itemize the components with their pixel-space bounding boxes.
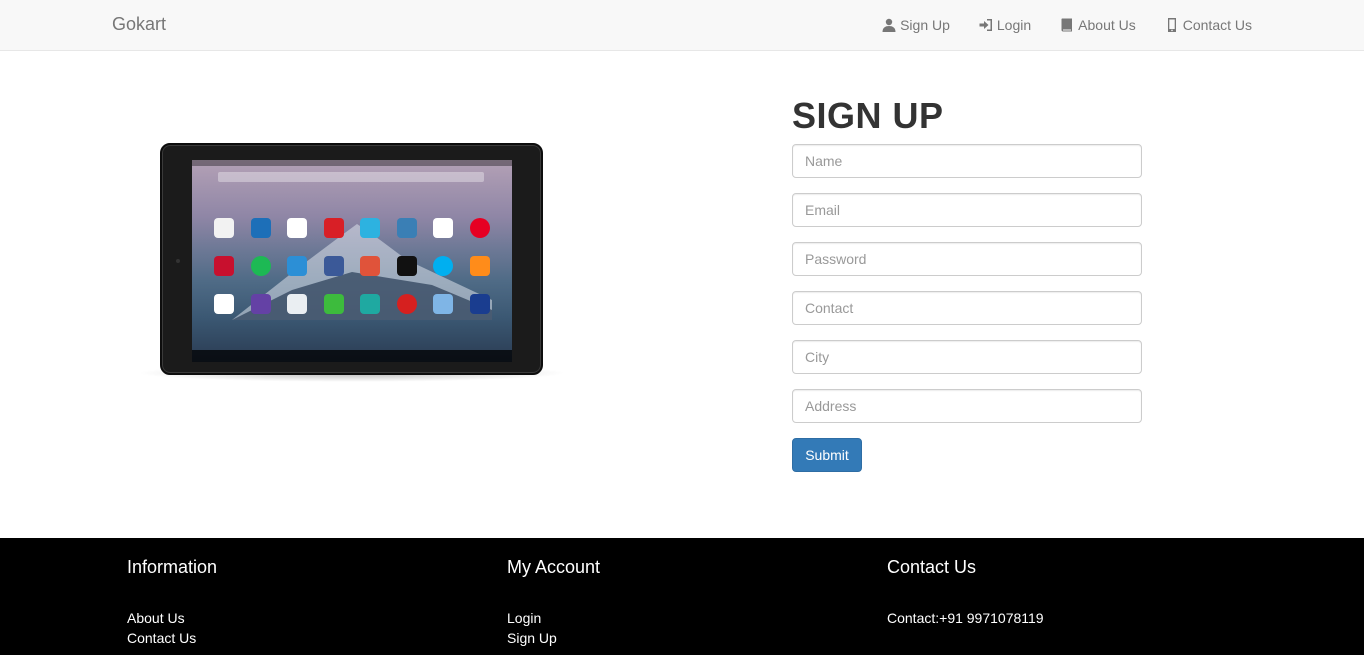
email-input[interactable] bbox=[792, 193, 1142, 227]
book-icon bbox=[1061, 18, 1073, 32]
login-icon bbox=[979, 19, 992, 31]
footer: Information About Us Contact Us My Accou… bbox=[0, 538, 1364, 655]
brand-logo[interactable]: Gokart bbox=[112, 14, 166, 35]
contact-input[interactable] bbox=[792, 291, 1142, 325]
user-icon bbox=[882, 18, 896, 32]
address-input[interactable] bbox=[792, 389, 1142, 423]
nav-item-contact-us[interactable]: Contact Us bbox=[1165, 17, 1252, 33]
tablet-device bbox=[160, 143, 543, 375]
signup-title: SIGN UP bbox=[792, 95, 944, 136]
footer-link-contact-us[interactable]: Contact Us bbox=[127, 628, 196, 648]
nav-item-login[interactable]: Login bbox=[979, 17, 1031, 33]
footer-contact-title: Contact Us bbox=[887, 557, 977, 577]
nav-item-label: Sign Up bbox=[900, 17, 950, 33]
navbar: Gokart Sign Up Login About Us Contact Us bbox=[0, 0, 1364, 51]
nav-item-label: Contact Us bbox=[1182, 17, 1252, 33]
nav-menu: Sign Up Login About Us Contact Us bbox=[853, 0, 1252, 50]
name-input[interactable] bbox=[792, 144, 1142, 178]
footer-link-sign-up[interactable]: Sign Up bbox=[507, 628, 557, 648]
tablet-camera bbox=[176, 259, 180, 263]
nav-item-about-us[interactable]: About Us bbox=[1060, 17, 1136, 33]
footer-link-login[interactable]: Login bbox=[507, 608, 557, 628]
tablet-nav-buttons bbox=[192, 350, 512, 362]
footer-my-account-title: My Account bbox=[507, 557, 601, 577]
nav-item-label: About Us bbox=[1078, 17, 1136, 33]
footer-link-about-us[interactable]: About Us bbox=[127, 608, 196, 628]
footer-information-title: Information bbox=[127, 557, 218, 577]
tablet-status-bar bbox=[192, 160, 512, 166]
footer-contact-phone: Contact:+91 9971078119 bbox=[887, 610, 1044, 626]
submit-button[interactable]: Submit bbox=[792, 438, 862, 472]
tablet-screen bbox=[192, 160, 512, 362]
phone-icon bbox=[1167, 18, 1176, 32]
product-image-tablet bbox=[127, 136, 572, 386]
tablet-search-bar bbox=[218, 172, 484, 182]
password-input[interactable] bbox=[792, 242, 1142, 276]
nav-item-label: Login bbox=[996, 17, 1032, 33]
city-input[interactable] bbox=[792, 340, 1142, 374]
tablet-app-grid bbox=[214, 218, 490, 332]
nav-item-sign-up[interactable]: Sign Up bbox=[882, 17, 950, 33]
